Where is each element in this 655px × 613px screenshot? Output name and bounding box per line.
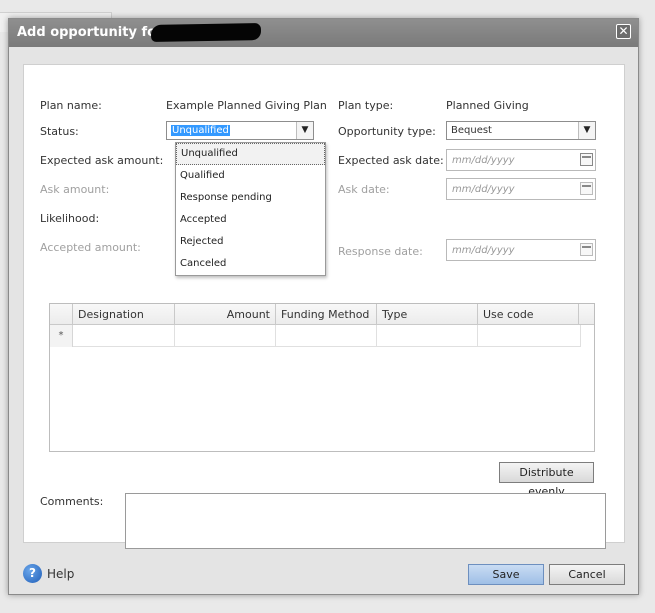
designation-cell[interactable] <box>73 325 175 347</box>
help-link[interactable]: Help <box>47 567 74 581</box>
comments-label: Comments: <box>40 495 104 508</box>
status-option[interactable]: Response pending <box>176 187 325 209</box>
column-use-code[interactable]: Use code <box>478 304 579 325</box>
column-type[interactable]: Type <box>377 304 478 325</box>
calendar-icon[interactable] <box>580 182 593 195</box>
accepted-amount-label: Accepted amount: <box>40 241 141 254</box>
question-circle-icon[interactable]: ? <box>23 564 42 583</box>
status-label: Status: <box>40 125 79 138</box>
add-opportunity-dialog: Add opportunity for ✕ Plan name: Example… <box>8 18 639 595</box>
type-cell[interactable] <box>377 325 478 347</box>
chevron-down-icon[interactable]: ▼ <box>578 122 595 139</box>
chevron-down-icon[interactable]: ▼ <box>296 122 313 139</box>
opportunity-type-label: Opportunity type: <box>338 125 436 138</box>
expected-ask-amount-label: Expected ask amount: <box>40 154 164 167</box>
likelihood-label: Likelihood: <box>40 212 100 225</box>
date-placeholder: mm/dd/yyyy <box>452 155 515 166</box>
plan-name-label: Plan name: <box>40 99 102 112</box>
status-option[interactable]: Rejected <box>176 231 325 253</box>
plan-name-value: Example Planned Giving Plan <box>166 99 327 112</box>
plan-type-value: Planned Giving <box>446 99 529 112</box>
plan-type-label: Plan type: <box>338 99 394 112</box>
column-funding-method[interactable]: Funding Method <box>276 304 377 325</box>
expected-ask-date-input[interactable]: mm/dd/yyyy <box>446 149 596 171</box>
distribute-evenly-button[interactable]: Distribute evenly <box>499 462 594 498</box>
funding-method-cell[interactable] <box>276 325 377 347</box>
dialog-titlebar: Add opportunity for ✕ <box>9 19 638 47</box>
comments-textarea[interactable] <box>125 493 606 549</box>
opportunity-type-select[interactable]: Bequest ▼ <box>446 121 596 140</box>
use-code-cell[interactable] <box>478 325 581 347</box>
calendar-icon[interactable] <box>580 243 593 256</box>
redacted-name <box>150 23 262 42</box>
grid-header: Designation Amount Funding Method Type U… <box>50 304 594 325</box>
status-option[interactable]: Unqualified <box>176 143 325 165</box>
status-select[interactable]: Unqualified ▼ <box>166 121 314 140</box>
response-date-label: Response date: <box>338 245 423 258</box>
ask-date-label: Ask date: <box>338 183 390 196</box>
table-row[interactable]: * <box>50 325 581 347</box>
status-option[interactable]: Qualified <box>176 165 325 187</box>
date-placeholder: mm/dd/yyyy <box>452 184 515 195</box>
close-icon[interactable]: ✕ <box>616 24 631 39</box>
response-date-input[interactable]: mm/dd/yyyy <box>446 239 596 261</box>
dialog-title: Add opportunity for <box>17 25 163 40</box>
ask-date-input[interactable]: mm/dd/yyyy <box>446 178 596 200</box>
status-option[interactable]: Accepted <box>176 209 325 231</box>
expected-ask-date-label: Expected ask date: <box>338 154 444 167</box>
save-button[interactable]: Save <box>468 564 544 585</box>
column-amount[interactable]: Amount <box>175 304 276 325</box>
status-dropdown-list: Unqualified Qualified Response pending A… <box>175 142 326 276</box>
date-placeholder: mm/dd/yyyy <box>452 245 515 256</box>
cancel-button[interactable]: Cancel <box>549 564 625 585</box>
form-panel: Plan name: Example Planned Giving Plan P… <box>23 64 625 549</box>
ask-amount-label: Ask amount: <box>40 183 110 196</box>
status-option[interactable]: Canceled <box>176 253 325 275</box>
calendar-icon[interactable] <box>580 153 593 166</box>
new-row-marker: * <box>50 325 73 347</box>
opportunity-type-value: Bequest <box>451 125 492 136</box>
amount-cell[interactable] <box>175 325 276 347</box>
status-selected-value: Unqualified <box>171 125 230 136</box>
column-designation[interactable]: Designation <box>73 304 175 325</box>
designation-grid: Designation Amount Funding Method Type U… <box>49 303 595 452</box>
